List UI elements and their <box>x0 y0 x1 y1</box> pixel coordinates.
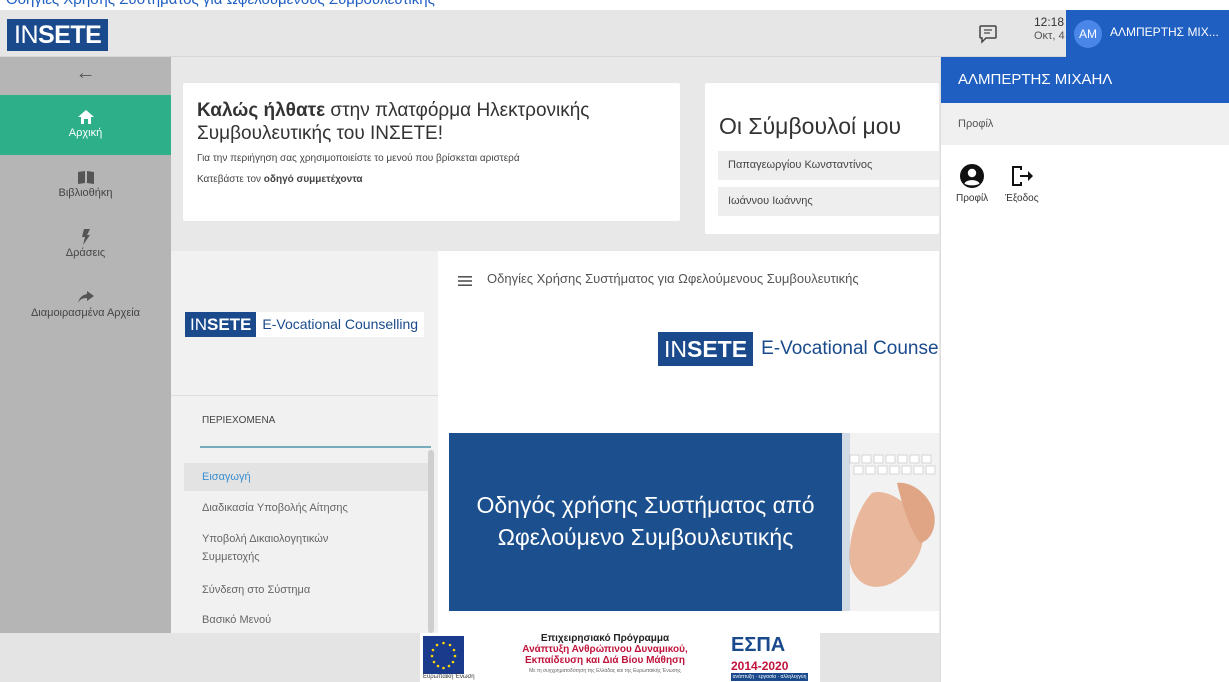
advisors-card: Οι Σύμβουλοί μου Παπαγεωργίου Κωνσταντίν… <box>705 83 939 234</box>
advisor-item[interactable]: Ιωάννου Ιωάννης <box>718 187 939 216</box>
user-panel-subtitle: Προφίλ <box>941 103 1229 145</box>
sidebar-item-library[interactable]: Βιβλιοθήκη <box>0 155 171 215</box>
message-icon[interactable] <box>978 24 998 44</box>
welcome-card: Καλώς ήλθατε στην πλατφόρμα Ηλεκτρονικής… <box>183 83 680 221</box>
user-panel-name: ΑΛΜΠΕΡΤΗΣ ΜΙΧΑΗΛ <box>941 57 1229 103</box>
sidebar-item-actions[interactable]: Δράσεις <box>0 215 171 275</box>
sidebar-item-shared-files[interactable]: Διαμοιρασμένα Αρχεία <box>0 275 171 335</box>
sidebar-item-home[interactable]: Αρχική <box>0 95 171 155</box>
user-panel: ΑΛΜΠΕΡΤΗΣ ΜΙΧΑΗΛ Προφίλ Προφίλ Έξοδος <box>940 57 1229 682</box>
user-name: ΑΛΜΠΕΡΤΗΣ ΜΙΧ... <box>1110 25 1219 39</box>
toc-underline <box>200 446 431 448</box>
toc-item[interactable]: Βασικό Μενού <box>184 611 431 629</box>
welcome-title: Καλώς ήλθατε στην πλατφόρμα Ηλεκτρονικής… <box>197 100 590 144</box>
logout-button[interactable]: Έξοδος <box>1005 163 1039 204</box>
advisor-item[interactable]: Παπαγεωργίου Κωνσταντίνος <box>718 151 939 180</box>
bolt-icon <box>81 229 90 245</box>
logout-icon <box>1011 166 1033 186</box>
guide-download-link[interactable]: οδηγό συμμετέχοντα <box>264 174 363 185</box>
document-title: Οδηγίες Χρήσης Συστήματος για Ωφελούμενο… <box>487 271 859 286</box>
divider <box>171 395 438 396</box>
scrollbar[interactable] <box>428 450 434 633</box>
toc-item[interactable]: Εισαγωγή <box>184 463 431 491</box>
sidebar: ← Αρχική Βιβλιοθήκη Δράσεις Διαμοιρασμέν… <box>0 57 171 633</box>
back-arrow-icon[interactable]: ← <box>0 57 171 95</box>
funding-banner: Ευρωπαϊκή Ένωση Επιχειρησιακό Πρόγραμμα … <box>420 633 820 682</box>
profile-button[interactable]: Προφίλ <box>956 163 988 204</box>
toc-title: ΠΕΡΙΕΧΟΜΕΝΑ <box>202 415 276 426</box>
toc-item[interactable]: Διαδικασία Υποβολής Αίτησης <box>184 499 431 517</box>
share-icon <box>77 291 94 303</box>
guide-download: Κατεβάστε τον οδηγό συμμετέχοντα <box>197 174 363 185</box>
home-icon <box>77 110 94 124</box>
viewer-brand-logo: INSETE E-Vocational Counselling <box>185 312 425 337</box>
document-sidebar: INSETE E-Vocational Counselling ΠΕΡΙΕΧΟΜΕ… <box>171 251 438 633</box>
clock: 12:18 Οκτ, 4 <box>1034 15 1065 42</box>
eu-caption: Ευρωπαϊκή Ένωση <box>423 674 475 680</box>
toc-item[interactable]: Σύνδεση στο Σύστημα <box>184 581 431 599</box>
document-brand-logo: INSETE E-Vocational Counse <box>658 332 939 366</box>
top-document-link[interactable]: Οδηγίες Χρήσης Συστήματος για Ωφελούμενο… <box>0 0 1229 10</box>
keyboard-photo <box>842 433 939 611</box>
book-icon <box>77 171 94 184</box>
avatar: AM <box>1074 20 1102 48</box>
toc-item[interactable]: Υποβολή Δικαιολογητικών Συμμετοχής <box>184 530 384 566</box>
header-bar: INSETE 12:18 Οκτ, 4 <box>0 10 1229 57</box>
program-text: Επιχειρησιακό Πρόγραμμα Ανάπτυξη Ανθρώπι… <box>522 633 688 674</box>
insete-logo[interactable]: INSETE <box>7 19 109 51</box>
advisors-title: Οι Σύμβουλοί μου <box>719 113 902 139</box>
document-viewer: Οδηγίες Χρήσης Συστήματος για Ωφελούμενο… <box>438 251 939 633</box>
cover-title: Οδηγός χρήσης Συστήματος από Ωφελούμενο … <box>449 433 842 611</box>
welcome-instructions: Για την περιήγηση σας χρησιμοποιείστε το… <box>197 153 520 164</box>
eu-flag-icon <box>423 636 464 674</box>
espa-logo: ΕΣΠΑ 2014-2020 ανάπτυξη · εργασία · αλλη… <box>731 634 808 681</box>
user-menu-button[interactable]: AM ΑΛΜΠΕΡΤΗΣ ΜΙΧ... <box>1066 10 1229 57</box>
user-circle-icon <box>960 164 985 188</box>
hamburger-menu-icon[interactable] <box>458 276 472 286</box>
footer: Ευρωπαϊκή Ένωση Επιχειρησιακό Πρόγραμμα … <box>0 633 940 682</box>
